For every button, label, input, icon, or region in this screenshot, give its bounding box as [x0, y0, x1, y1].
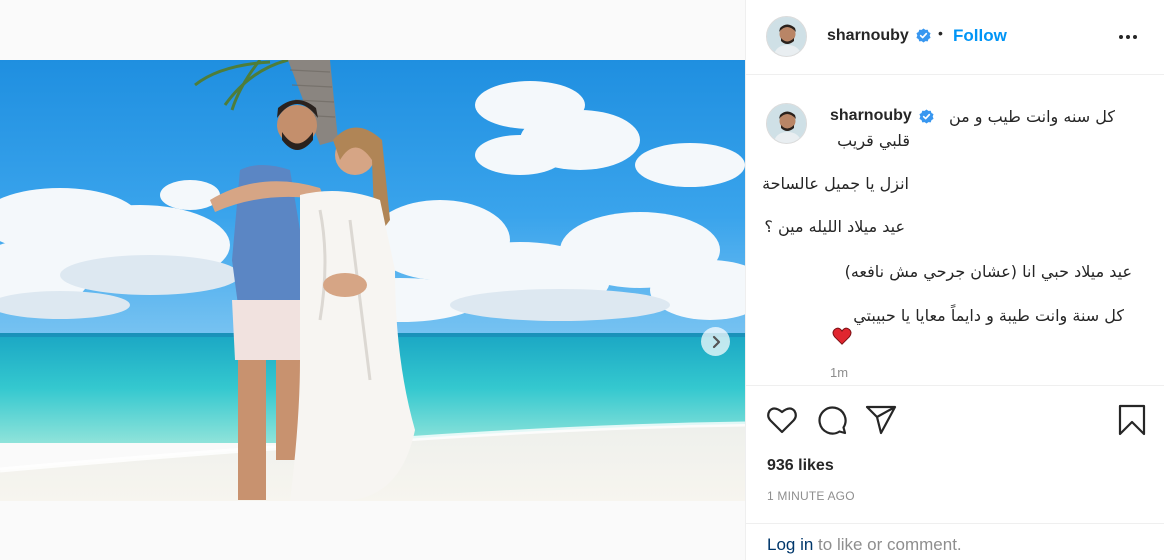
- author-avatar[interactable]: [766, 16, 807, 57]
- post-header: sharnouby • Follow: [746, 0, 1164, 75]
- action-bar: [746, 386, 1164, 456]
- caption-line: كل سنه وانت طيب و من: [948, 107, 1115, 126]
- caption-line: كل سنة وانت طيبة و دايماً معايا يا حبيبت…: [853, 306, 1124, 325]
- login-suffix: to like or comment.: [813, 535, 962, 554]
- comment-icon[interactable]: [816, 404, 848, 436]
- beach-photo-image: [0, 60, 745, 501]
- caption-time[interactable]: 1m: [830, 365, 848, 380]
- more-options-icon[interactable]: [1119, 30, 1139, 44]
- red-heart-emoji-icon: [832, 327, 852, 345]
- like-count[interactable]: 936 likes: [767, 457, 834, 475]
- post-timestamp[interactable]: 1 MINUTE AGO: [767, 489, 855, 503]
- caption-username[interactable]: sharnouby: [830, 107, 912, 125]
- login-link[interactable]: Log in: [767, 535, 813, 554]
- verified-badge-icon: [916, 28, 931, 43]
- next-photo-button[interactable]: [701, 327, 730, 356]
- follow-button[interactable]: Follow: [953, 26, 1007, 46]
- chevron-right-icon: [712, 335, 720, 348]
- post-details-panel: sharnouby • Follow sharnouby كل سنه وانت: [745, 0, 1164, 560]
- post-photo[interactable]: [0, 60, 745, 501]
- comments-section: sharnouby كل سنه وانت طيب و من قلبي قريب…: [746, 76, 1164, 386]
- author-username[interactable]: sharnouby: [827, 27, 909, 45]
- avatar-image: [767, 104, 806, 143]
- caption-line: عيد ميلاد حبي انا (عشان جرحي مش نافعه): [844, 262, 1132, 281]
- caption-line: قلبي قريب: [837, 131, 910, 150]
- login-prompt-text: Log in to like or comment.: [767, 535, 962, 555]
- caption-author-avatar[interactable]: [766, 103, 807, 144]
- verified-badge-icon: [919, 109, 934, 124]
- login-prompt: Log in to like or comment.: [746, 523, 1164, 560]
- heart-icon[interactable]: [766, 405, 798, 435]
- caption-line: انزل يا جميل عالساحة: [762, 174, 909, 193]
- bookmark-icon[interactable]: [1118, 404, 1146, 436]
- avatar-image: [767, 17, 806, 56]
- caption-line: عيد ميلاد الليله مين ؟: [764, 217, 905, 236]
- header-separator: •: [938, 25, 943, 41]
- share-icon[interactable]: [865, 405, 897, 435]
